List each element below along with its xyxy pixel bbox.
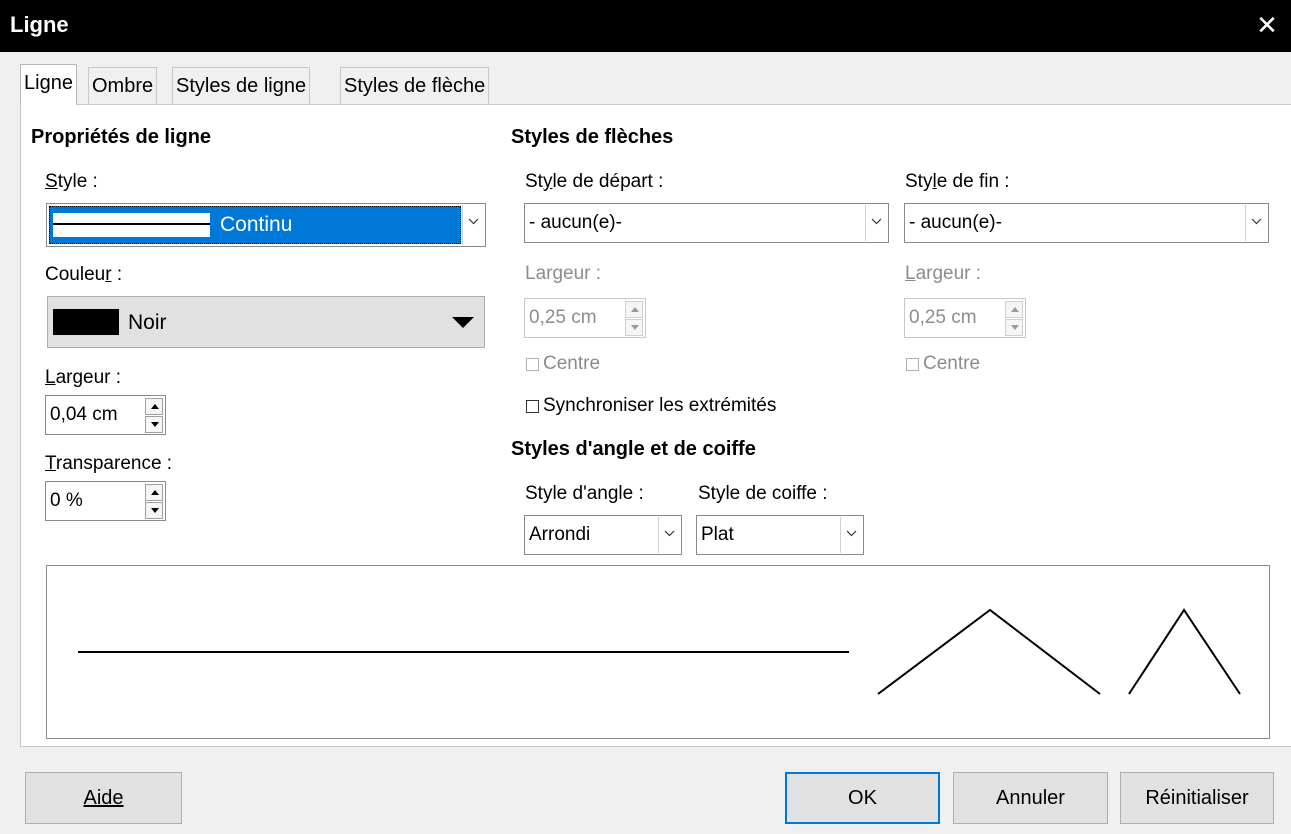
end-style-dropdown-button[interactable]: [1245, 205, 1267, 241]
line-preview-canvas: [78, 608, 1241, 695]
spin-up-icon[interactable]: [1005, 301, 1023, 318]
spin-down-icon[interactable]: [145, 502, 163, 519]
color-dropdown-button[interactable]: Noir: [47, 296, 485, 348]
end-width-value: 0,25 cm: [909, 307, 977, 328]
end-center-checkbox[interactable]: [906, 358, 919, 371]
start-width-label: Largeur :: [525, 263, 602, 284]
start-style-dropdown-button[interactable]: [865, 205, 887, 241]
spin-up-icon[interactable]: [145, 398, 163, 415]
sync-ends-checkbox[interactable]: [526, 400, 539, 413]
start-center-label: Centre: [543, 353, 601, 374]
ok-button[interactable]: OK: [785, 772, 940, 824]
reset-button[interactable]: Réinitialiser: [1120, 772, 1274, 824]
spin-down-icon[interactable]: [145, 416, 163, 433]
start-width-value: 0,25 cm: [529, 307, 597, 328]
color-value: Noir: [128, 311, 167, 334]
style-label: Style :: [45, 171, 98, 192]
chevron-down-icon: [871, 218, 882, 225]
line-width-value: 0,04 cm: [50, 404, 118, 425]
window-title: Ligne: [10, 12, 69, 37]
preview-narrow-angle: [1128, 608, 1241, 695]
transparency-value: 0 %: [50, 490, 83, 511]
style-label-rest: tyle :: [57, 171, 98, 192]
line-properties-heading: Propriétés de ligne: [31, 126, 212, 148]
transparency-label: Transparence :: [45, 453, 173, 474]
end-style-select[interactable]: - aucun(e)-: [904, 203, 1269, 243]
end-style-value: - aucun(e)-: [909, 212, 1002, 233]
corner-style-value: Arrondi: [529, 524, 591, 545]
spin-down-icon[interactable]: [625, 319, 643, 336]
line-style-value: Continu: [220, 213, 293, 236]
line-style-preview-stroke: [53, 223, 210, 225]
chevron-down-icon: [468, 218, 479, 225]
tab-styles-de-ligne[interactable]: Styles de ligne: [172, 67, 311, 104]
title-bar: Ligne ✕: [0, 0, 1291, 52]
line-style-select[interactable]: Continu: [46, 203, 486, 247]
start-style-label: Style de départ :: [525, 171, 664, 192]
corner-cap-heading: Styles d'angle et de coiffe: [511, 438, 756, 460]
line-style-preview: [53, 213, 210, 237]
end-width-label: Largeur :: [905, 263, 982, 284]
cap-style-label: Style de coiffe :: [698, 483, 828, 504]
line-width-spinbox[interactable]: 0,04 cm: [45, 395, 166, 435]
corner-style-dropdown-button[interactable]: [658, 517, 680, 553]
cap-style-select[interactable]: Plat: [696, 515, 864, 555]
end-width-spinbox[interactable]: 0,25 cm: [904, 298, 1026, 338]
cap-style-dropdown-button[interactable]: [840, 517, 862, 553]
color-label: Couleur :: [45, 264, 123, 285]
color-swatch: [53, 309, 119, 335]
line-style-selected-highlight: Continu: [49, 206, 461, 244]
tab-styles-de-fleche[interactable]: Styles de flèche: [340, 67, 490, 104]
line-style-dropdown-button[interactable]: [462, 205, 484, 245]
spin-up-icon[interactable]: [145, 484, 163, 501]
transparency-spinbox[interactable]: 0 %: [45, 481, 166, 521]
close-icon[interactable]: ✕: [1250, 8, 1284, 42]
help-button-label: Aide: [83, 787, 124, 809]
corner-style-select[interactable]: Arrondi: [524, 515, 682, 555]
sync-ends-label: Synchroniser les extrémités: [543, 395, 777, 416]
start-width-spinbox[interactable]: 0,25 cm: [524, 298, 646, 338]
chevron-down-icon: [846, 530, 857, 537]
dropdown-triangle-icon: [452, 317, 474, 328]
preview-wide-angle: [877, 608, 1101, 695]
start-center-checkbox[interactable]: [526, 358, 539, 371]
spin-down-icon[interactable]: [1005, 319, 1023, 336]
cancel-button[interactable]: Annuler: [953, 772, 1108, 824]
chevron-down-icon: [664, 530, 675, 537]
line-preview: [46, 565, 1270, 739]
chevron-down-icon: [1251, 218, 1262, 225]
end-center-label: Centre: [923, 353, 981, 374]
start-style-select[interactable]: - aucun(e)-: [524, 203, 889, 243]
start-style-value: - aucun(e)-: [529, 212, 622, 233]
end-style-label: Style de fin :: [905, 171, 1010, 192]
tab-ombre[interactable]: Ombre: [88, 67, 158, 104]
help-button[interactable]: Aide: [25, 772, 182, 824]
corner-style-label: Style d'angle :: [525, 483, 644, 504]
cap-style-value: Plat: [701, 524, 734, 545]
width-label: Largeur :: [45, 367, 122, 388]
tab-ligne[interactable]: Ligne: [20, 64, 77, 105]
arrow-styles-heading: Styles de flèches: [511, 126, 674, 148]
spin-up-icon[interactable]: [625, 301, 643, 318]
